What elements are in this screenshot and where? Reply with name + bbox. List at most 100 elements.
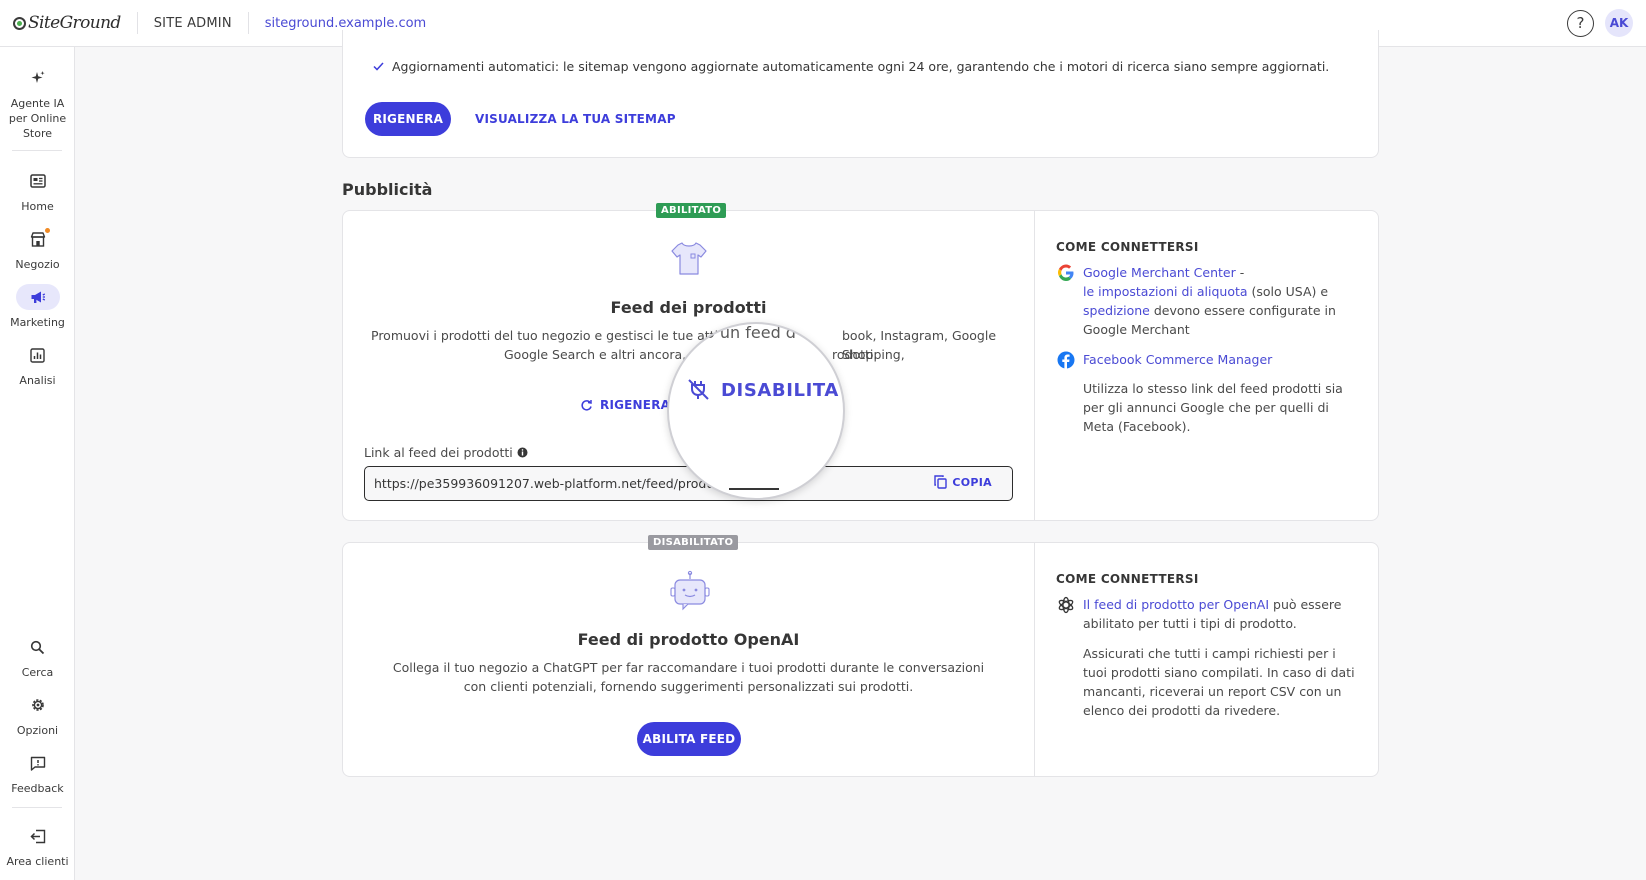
sidebar-item-label: Marketing	[10, 316, 65, 329]
openai-feed-title: Feed di prodotto OpenAI	[577, 630, 800, 649]
section-title: SITE ADMIN	[153, 15, 232, 31]
disable-feed-label: DISABILITA	[721, 379, 839, 401]
sidebar: Agente IA per Online Store Home Negozio …	[0, 47, 75, 880]
product-feed-how-to-panel: COME CONNETTERSI Google Merchant Center …	[1034, 211, 1378, 520]
facebook-commerce-text: Facebook Commerce Manager	[1083, 350, 1272, 370]
copy-label: COPIA	[952, 475, 992, 489]
sidebar-item-analytics[interactable]: Analisi	[0, 342, 75, 388]
refresh-icon	[581, 399, 592, 411]
check-icon	[373, 62, 384, 71]
openai-feed-row: Il feed di prodotto per OpenAI può esser…	[1056, 595, 1361, 633]
analytics-icon	[16, 342, 60, 368]
sidebar-item-label: Home	[21, 200, 54, 213]
disabled-badge: DISABILITATO	[648, 535, 739, 550]
facebook-commerce-row: Facebook Commerce Manager	[1056, 350, 1361, 370]
facebook-icon	[1056, 350, 1076, 370]
view-sitemap-link[interactable]: VISUALIZZA LA TUA SITEMAP	[475, 112, 676, 126]
sidebar-item-home[interactable]: Home	[0, 168, 75, 214]
robot-icon	[669, 570, 711, 616]
sidebar-item-label: Negozio	[15, 258, 60, 271]
sidebar-item-client-area[interactable]: Area clienti	[0, 823, 75, 869]
notification-dot	[44, 228, 50, 233]
disable-feed-button[interactable]: DISABILITA	[687, 378, 839, 402]
facebook-commerce-manager-link[interactable]: Facebook Commerce Manager	[1083, 352, 1272, 367]
plug-off-icon	[688, 379, 709, 400]
magnified-divider	[729, 488, 779, 490]
description-text: Promuovi i prodotti del tuo negozio e ge…	[371, 328, 742, 343]
help-button[interactable]: ?	[1567, 9, 1594, 37]
regenerate-feed-button[interactable]: RIGENERA	[580, 398, 670, 412]
advertising-section-title: Pubblicità	[342, 180, 433, 199]
openai-icon	[1056, 595, 1076, 615]
gear-icon	[16, 692, 60, 718]
magnifier-overlay: o un feed d DISABILITA	[667, 322, 845, 500]
tshirt-icon	[670, 239, 708, 281]
logo-text: SiteGround	[28, 13, 121, 33]
csv-report-text: Assicurati che tutti i campi richiesti p…	[1083, 646, 1355, 718]
feed-link-label: Link al feed dei prodotti	[364, 445, 528, 460]
google-icon	[1056, 263, 1076, 283]
megaphone-icon	[15, 284, 60, 310]
sidebar-item-label: Feedback	[11, 782, 64, 795]
auto-update-row: Aggiornamenti automatici: le sitemap ven…	[373, 59, 1329, 74]
sidebar-item-label: Agente IA per Online Store	[8, 97, 67, 140]
description-text: Google Search e altri ancora, ge	[504, 347, 706, 362]
sitemap-card: Aggiornamenti automatici: le sitemap ven…	[342, 30, 1379, 158]
google-merchant-row: Google Merchant Center - le impostazioni…	[1056, 263, 1361, 339]
enable-feed-button[interactable]: ABILITA FEED	[637, 722, 741, 756]
info-icon[interactable]	[517, 447, 528, 458]
regenerate-sitemap-button[interactable]: RIGENERA	[365, 102, 451, 136]
store-icon	[16, 226, 60, 252]
feed-link-value: https://pe359936091207.web-platform.net/…	[374, 476, 737, 491]
sidebar-item-label: Area clienti	[6, 855, 69, 868]
sidebar-divider	[12, 807, 62, 808]
user-avatar[interactable]: AK	[1605, 9, 1633, 37]
shared-link-text: Utilizza lo stesso link del feed prodott…	[1083, 381, 1343, 434]
sidebar-item-store[interactable]: Negozio	[0, 226, 75, 272]
product-feed-card: ABILITATO Feed dei prodotti Promuovi i p…	[342, 203, 1379, 521]
text-fragment: (solo USA) e	[1247, 284, 1329, 299]
how-to-connect-title: COME CONNETTERSI	[1056, 240, 1199, 254]
magnified-text: o un feed d	[705, 323, 796, 342]
sidebar-item-label: Opzioni	[16, 724, 59, 737]
siteground-logo[interactable]: SiteGround	[13, 0, 121, 47]
feed-link-label-text: Link al feed dei prodotti	[364, 445, 513, 460]
copy-link-button[interactable]: COPIA	[934, 475, 992, 489]
openai-how-to-panel: COME CONNETTERSI Il feed di prodotto per…	[1034, 543, 1378, 776]
google-merchant-text: Google Merchant Center - le impostazioni…	[1083, 263, 1361, 339]
sidebar-item-feedback[interactable]: Feedback	[0, 750, 75, 796]
topbar-divider	[136, 12, 138, 34]
auto-update-text: Aggiornamenti automatici: le sitemap ven…	[392, 59, 1330, 74]
openai-feed-description: Collega il tuo negozio a ChatGPT per far…	[392, 660, 985, 694]
regenerate-feed-label: RIGENERA	[600, 398, 671, 412]
copy-icon	[934, 475, 948, 489]
logout-icon	[16, 823, 60, 849]
description-text: rodotti.	[832, 347, 878, 362]
sidebar-item-label: Cerca	[21, 666, 54, 679]
feedback-icon	[16, 750, 60, 776]
sidebar-divider	[12, 150, 62, 151]
product-feed-description-line1: Promuovi i prodotti del tuo negozio e ge…	[371, 326, 742, 345]
dashboard-icon	[16, 168, 60, 194]
sidebar-item-ai-agent[interactable]: Agente IA per Online Store	[0, 65, 75, 141]
tax-settings-link[interactable]: le impostazioni di aliquota	[1083, 284, 1248, 299]
site-domain-link[interactable]: siteground.example.com	[265, 16, 426, 31]
product-feed-description-line2: Google Search e altri ancora, ge	[504, 345, 706, 364]
product-feed-title: Feed dei prodotti	[610, 298, 767, 317]
sidebar-item-marketing[interactable]: Marketing	[0, 284, 75, 330]
search-icon	[16, 634, 60, 660]
enabled-badge: ABILITATO	[656, 203, 727, 218]
sidebar-item-options[interactable]: Opzioni	[0, 692, 75, 738]
sidebar-item-search[interactable]: Cerca	[0, 634, 75, 680]
openai-feed-link[interactable]: Il feed di prodotto per OpenAI	[1083, 597, 1269, 612]
text-fragment: -	[1235, 265, 1245, 280]
logo-mark-icon	[13, 16, 26, 30]
feed-link-input[interactable]: https://pe359936091207.web-platform.net/…	[364, 466, 1013, 501]
sidebar-item-label: Analisi	[19, 374, 56, 387]
openai-feed-card: DISABILITATO Feed di prodotto OpenAI Col…	[342, 535, 1379, 777]
shipping-link[interactable]: spedizione	[1083, 303, 1150, 318]
sparkle-icon	[16, 65, 60, 91]
openai-feed-text: Il feed di prodotto per OpenAI può esser…	[1083, 595, 1361, 633]
google-merchant-center-link[interactable]: Google Merchant Center	[1083, 265, 1236, 280]
how-to-connect-title: COME CONNETTERSI	[1056, 572, 1199, 586]
